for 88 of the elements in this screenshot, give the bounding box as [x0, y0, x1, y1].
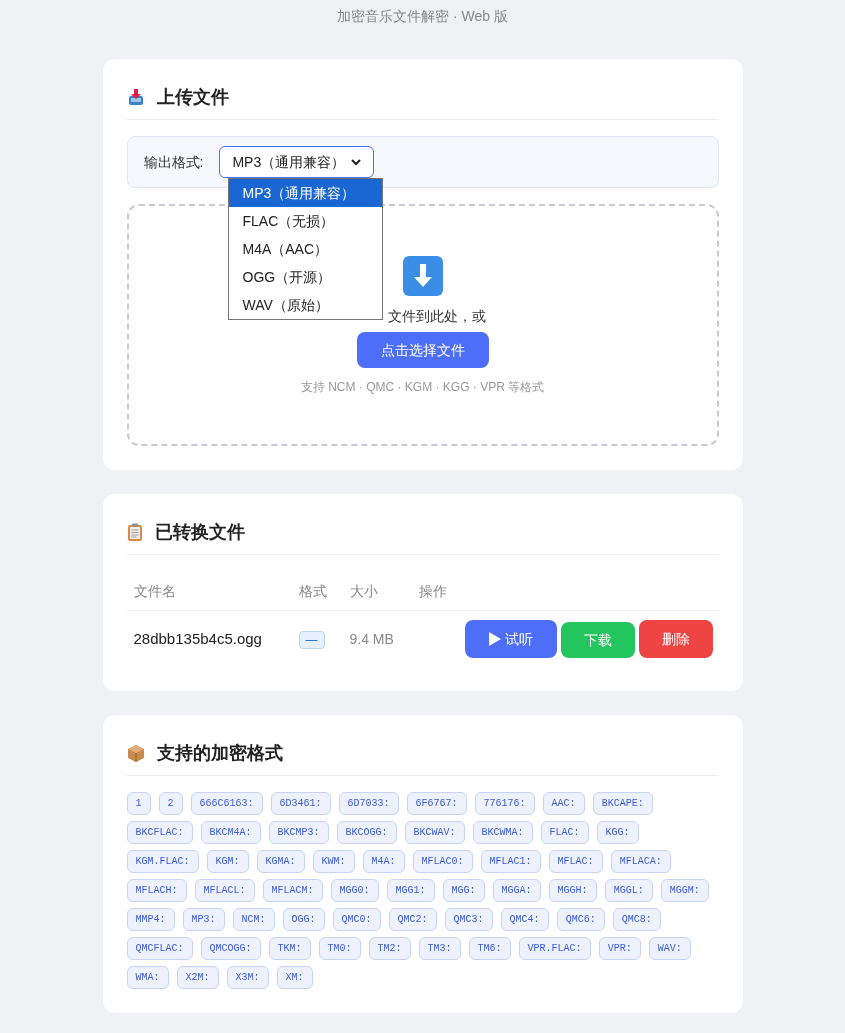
format-tag: M4A:	[362, 850, 405, 873]
drop-text: 文件到此处，或	[387, 307, 486, 326]
format-tag: X3M:	[226, 966, 269, 989]
format-tag: BKCWAV:	[404, 821, 465, 844]
format-tag: KGG:	[596, 821, 639, 844]
format-tag: MGGH:	[548, 879, 597, 902]
format-tag: BKCMP3:	[268, 821, 329, 844]
format-tag: QMCOGG:	[200, 937, 261, 960]
section-title: 上传文件	[156, 86, 229, 109]
format-tag: MFLACH:	[126, 879, 187, 902]
format-tag: QMC4:	[500, 908, 549, 931]
format-tag: MGGM:	[660, 879, 709, 902]
format-tag: MFLAC1:	[480, 850, 541, 873]
format-tag: 6F6767:	[406, 792, 467, 815]
format-tag: MFLAC:	[548, 850, 603, 873]
file-size: 9.4 MB	[349, 631, 394, 647]
format-badge: —	[298, 631, 325, 649]
format-tag: TKM:	[268, 937, 311, 960]
format-tag: MGG:	[442, 879, 485, 902]
format-tag: MFLACM:	[262, 879, 323, 902]
play-icon	[488, 632, 501, 646]
format-tag: 6D7033:	[338, 792, 399, 815]
format-tag: BKCM4A:	[200, 821, 261, 844]
format-tag: QMC3:	[444, 908, 493, 931]
chevron-down-icon	[351, 158, 362, 166]
format-tag: AAC:	[542, 792, 585, 815]
format-tag: BKCFLAC:	[126, 821, 193, 844]
format-tag: MGG1:	[386, 879, 435, 902]
format-tag: MP3:	[182, 908, 225, 931]
dropdown-option[interactable]: M4A（AAC）	[228, 235, 382, 263]
dropdown-option[interactable]: OGG（开源）	[228, 263, 382, 291]
choose-file-button[interactable]: 点击选择文件	[356, 332, 489, 368]
clipboard-icon	[126, 523, 143, 541]
format-tag: 2	[158, 792, 183, 815]
delete-button[interactable]: 删除	[638, 620, 713, 658]
dropdown-option[interactable]: MP3（通用兼容）	[228, 179, 382, 207]
format-tag: 776176:	[474, 792, 535, 815]
format-tag: MGG0:	[330, 879, 379, 902]
format-tag: 1	[126, 792, 151, 815]
format-tag: NCM:	[232, 908, 275, 931]
format-tag: BKCOGG:	[336, 821, 397, 844]
section-title: 已转换文件	[154, 521, 245, 544]
format-tag: QMCFLAC:	[126, 937, 193, 960]
format-tag: QMC8:	[612, 908, 661, 931]
inbox-tray-icon	[126, 88, 145, 106]
format-tag: QMC0:	[332, 908, 381, 931]
format-tag: QMC2:	[388, 908, 437, 931]
format-tag: KGM:	[206, 850, 249, 873]
format-tag: MFLACA:	[610, 850, 671, 873]
format-tag: MMP4:	[126, 908, 175, 931]
dropdown-option[interactable]: WAV（原始）	[228, 291, 382, 319]
format-tag: OGG:	[282, 908, 325, 931]
format-label: 输出格式:	[143, 153, 204, 172]
format-tag: TM3:	[418, 937, 461, 960]
format-tag: WAV:	[648, 937, 691, 960]
format-tag: MFLACL:	[194, 879, 255, 902]
column-header: 操作	[418, 582, 447, 599]
format-select[interactable]: MP3（通用兼容）	[219, 146, 375, 178]
section-title: 支持的加密格式	[156, 742, 283, 765]
format-tag: BKCAPE:	[592, 792, 653, 815]
format-tag: MFLAC0:	[412, 850, 473, 873]
dropdown-option[interactable]: FLAC（无损）	[228, 207, 382, 235]
format-tag: TM6:	[468, 937, 511, 960]
format-tag: FLAC:	[540, 821, 589, 844]
format-tag: 666C6163:	[190, 792, 263, 815]
format-tag: VPR.FLAC:	[518, 937, 591, 960]
format-tag: MGGL:	[604, 879, 653, 902]
format-tag: MGGA:	[492, 879, 541, 902]
column-header: 格式	[298, 582, 327, 599]
format-tag: VPR:	[598, 937, 641, 960]
package-icon	[126, 744, 145, 762]
column-header: 文件名	[133, 582, 176, 599]
format-tag: XM:	[276, 966, 313, 989]
play-button[interactable]: 试听	[464, 620, 557, 658]
format-tag: WMA:	[126, 966, 169, 989]
format-tag: KGM.FLAC:	[126, 850, 199, 873]
page-title: 加密音乐文件解密 · Web 版	[337, 7, 508, 26]
format-tag: X2M:	[176, 966, 219, 989]
format-tag: KWM:	[312, 850, 355, 873]
file-name: 28dbb135b4c5.ogg	[133, 630, 262, 648]
format-tag: TM2:	[368, 937, 411, 960]
format-tag: 6D3461:	[270, 792, 331, 815]
format-hint: 支持 NCM · QMC · KGM · KGG · VPR 等格式	[300, 379, 545, 395]
format-tag: TM0:	[318, 937, 361, 960]
format-tag: KGMA:	[256, 850, 305, 873]
column-header: 大小	[349, 582, 378, 599]
format-tag: BKCWMA:	[472, 821, 533, 844]
format-tag: QMC6:	[556, 908, 605, 931]
